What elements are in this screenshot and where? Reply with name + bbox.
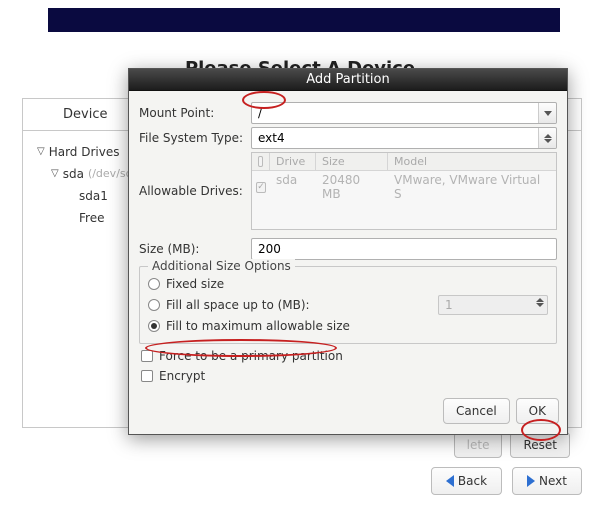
- radio-label: Fill all space up to (MB):: [166, 298, 310, 312]
- chevron-down-icon: [544, 111, 552, 116]
- check-label: Encrypt: [159, 369, 205, 383]
- drive-size: 20480 MB: [316, 171, 388, 203]
- checkbox-icon: [141, 370, 153, 382]
- fs-type-spinner-button[interactable]: [538, 128, 556, 148]
- radio-label: Fill to maximum allowable size: [166, 319, 350, 333]
- drive-checkbox[interactable]: ✓: [256, 182, 266, 193]
- fill-upto-spinbox: 1: [438, 295, 548, 315]
- additional-size-group: Additional Size Options Fixed size Fill …: [139, 266, 557, 344]
- mount-point-dropdown-button[interactable]: [538, 103, 556, 123]
- mount-point-label: Mount Point:: [139, 106, 245, 120]
- updown-icon: [544, 134, 552, 143]
- radio-icon: [148, 278, 160, 290]
- size-label: Size (MB):: [139, 242, 245, 256]
- radio-icon: [148, 299, 160, 311]
- radio-label: Fixed size: [166, 277, 224, 291]
- size-input[interactable]: [251, 238, 557, 260]
- radio-fixed-size[interactable]: Fixed size: [148, 275, 548, 293]
- drive-row[interactable]: ✓ sda 20480 MB VMware, VMware Virtual S: [252, 171, 556, 203]
- fs-type-input[interactable]: [251, 127, 557, 149]
- add-partition-dialog: Add Partition Mount Point: File System T…: [128, 68, 568, 435]
- drive-model: VMware, VMware Virtual S: [388, 171, 556, 203]
- dialog-title: Add Partition: [129, 69, 567, 91]
- fs-type-label: File System Type:: [139, 131, 245, 145]
- group-title: Additional Size Options: [148, 259, 295, 273]
- cancel-button[interactable]: Cancel: [443, 398, 510, 424]
- allowable-drives-label: Allowable Drives:: [139, 152, 245, 230]
- checkbox-icon: [141, 350, 153, 362]
- mount-point-combo[interactable]: [251, 102, 557, 124]
- spin-value: 1: [445, 298, 453, 312]
- radio-fill-max[interactable]: Fill to maximum allowable size: [148, 317, 548, 335]
- check-encrypt[interactable]: Encrypt: [139, 366, 557, 386]
- header-checkbox[interactable]: [258, 156, 263, 167]
- allowable-drives-list[interactable]: Drive Size Model ✓ sda 20480 MB VMware, …: [251, 152, 557, 230]
- mount-point-input[interactable]: [251, 102, 557, 124]
- drive-name: sda: [270, 171, 316, 203]
- check-primary[interactable]: Force to be a primary partition: [139, 346, 557, 366]
- check-label: Force to be a primary partition: [159, 349, 343, 363]
- col-drive: Drive: [270, 153, 316, 170]
- radio-fill-upto[interactable]: Fill all space up to (MB): 1: [148, 293, 548, 317]
- fs-type-combo[interactable]: [251, 127, 557, 149]
- radio-icon: [148, 320, 160, 332]
- col-size: Size: [316, 153, 388, 170]
- col-model: Model: [388, 153, 556, 170]
- updown-icon: [536, 298, 544, 307]
- ok-button[interactable]: OK: [516, 398, 559, 424]
- modal-overlay: Add Partition Mount Point: File System T…: [0, 0, 600, 505]
